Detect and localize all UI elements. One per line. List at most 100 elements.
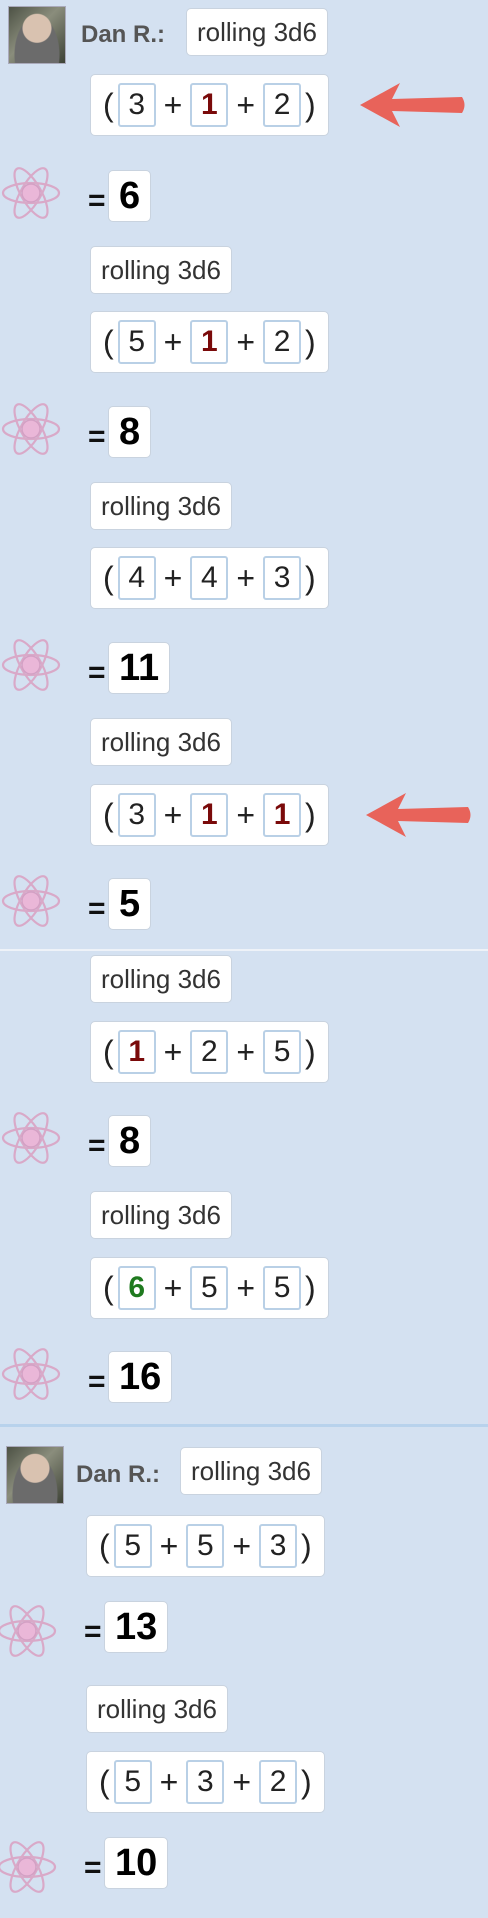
roll-command-text: rolling 3d6 bbox=[101, 1199, 221, 1230]
plus-sign: + bbox=[232, 1763, 252, 1800]
dice-bot-atom-icon[interactable] bbox=[0, 1107, 62, 1169]
paren-close: ) bbox=[305, 1033, 316, 1070]
die-value: 2 bbox=[190, 1030, 229, 1074]
paren-open: ( bbox=[99, 1763, 110, 1800]
die-value: 3 bbox=[263, 556, 302, 600]
equals-sign: = bbox=[88, 1365, 106, 1398]
paren-close: ) bbox=[301, 1527, 312, 1564]
roll-command-text: rolling 3d6 bbox=[97, 1693, 217, 1724]
plus-sign: + bbox=[232, 1527, 252, 1564]
equals-sign: = bbox=[84, 1615, 102, 1648]
dice-expression: (3 +1 +2) bbox=[90, 74, 329, 136]
username[interactable]: Dan R.: bbox=[81, 21, 165, 49]
roll-command-text: rolling 3d6 bbox=[197, 16, 317, 47]
die-value: 3 bbox=[186, 1760, 225, 1804]
die-value-max: 6 bbox=[117, 1266, 156, 1310]
roll-total: 11 bbox=[108, 642, 171, 694]
equals-sign: = bbox=[88, 420, 106, 453]
roll-total: 13 bbox=[104, 1601, 169, 1653]
equals-sign: = bbox=[88, 656, 106, 689]
dice-expression: (5 +5 +3) bbox=[86, 1515, 325, 1577]
equals-sign: = bbox=[88, 892, 106, 925]
paren-close: ) bbox=[301, 1763, 312, 1800]
plus-sign: + bbox=[163, 796, 183, 833]
die-value: 2 bbox=[259, 1760, 298, 1804]
die-value-min: 1 bbox=[263, 793, 302, 837]
plus-sign: + bbox=[159, 1527, 179, 1564]
dice-bot-atom-icon[interactable] bbox=[0, 1600, 58, 1662]
paren-open: ( bbox=[103, 323, 114, 360]
roll-command-bubble[interactable]: rolling 3d6 bbox=[86, 1685, 228, 1733]
plus-sign: + bbox=[236, 1033, 256, 1070]
paren-close: ) bbox=[305, 86, 316, 123]
roll-total: 8 bbox=[108, 406, 152, 458]
roll-total: 16 bbox=[108, 1351, 173, 1403]
die-value: 5 bbox=[117, 320, 156, 364]
plus-sign: + bbox=[159, 1763, 179, 1800]
die-value: 5 bbox=[186, 1524, 225, 1568]
paren-open: ( bbox=[103, 1033, 114, 1070]
dice-expression: (4 +4 +3) bbox=[90, 547, 329, 609]
paren-open: ( bbox=[103, 559, 114, 596]
roll-command-bubble[interactable]: rolling 3d6 bbox=[90, 718, 232, 766]
plus-sign: + bbox=[236, 323, 256, 360]
dice-expression: (3 +1 +1) bbox=[90, 784, 329, 846]
roll-total: 5 bbox=[108, 878, 152, 930]
plus-sign: + bbox=[236, 1269, 256, 1306]
dice-bot-atom-icon[interactable] bbox=[0, 162, 62, 224]
die-value: 3 bbox=[259, 1524, 298, 1568]
paren-close: ) bbox=[305, 559, 316, 596]
roll-command-bubble[interactable]: rolling 3d6 bbox=[90, 1191, 232, 1239]
roll-total: 10 bbox=[104, 1837, 169, 1889]
die-value: 2 bbox=[263, 83, 302, 127]
user-avatar[interactable] bbox=[6, 1446, 64, 1504]
paren-open: ( bbox=[99, 1527, 110, 1564]
roll-command-bubble[interactable]: rolling 3d6 bbox=[90, 246, 232, 294]
roll-command-bubble[interactable]: rolling 3d6 bbox=[90, 482, 232, 530]
plus-sign: + bbox=[163, 559, 183, 596]
die-value: 5 bbox=[113, 1760, 152, 1804]
equals-sign: = bbox=[88, 184, 106, 217]
red-arrow-annotation bbox=[366, 793, 471, 837]
paren-open: ( bbox=[103, 86, 114, 123]
plus-sign: + bbox=[163, 1033, 183, 1070]
dice-expression: (5 +1 +2) bbox=[90, 311, 329, 373]
roll-command-text: rolling 3d6 bbox=[191, 1455, 311, 1486]
roll-command-text: rolling 3d6 bbox=[101, 490, 221, 521]
dice-bot-atom-icon[interactable] bbox=[0, 398, 62, 460]
paren-close: ) bbox=[305, 1269, 316, 1306]
roll-total: 6 bbox=[108, 170, 152, 222]
die-value: 3 bbox=[117, 793, 156, 837]
plus-sign: + bbox=[163, 86, 183, 123]
plus-sign: + bbox=[163, 323, 183, 360]
message-separator bbox=[0, 949, 488, 951]
roll-command-bubble[interactable]: rolling 3d6 bbox=[90, 955, 232, 1003]
die-value: 2 bbox=[263, 320, 302, 364]
plus-sign: + bbox=[236, 86, 256, 123]
username[interactable]: Dan R.: bbox=[76, 1461, 160, 1489]
dice-expression: (1 +2 +5) bbox=[90, 1021, 329, 1083]
roll-command-bubble[interactable]: rolling 3d6 bbox=[180, 1447, 322, 1495]
equals-sign: = bbox=[84, 1851, 102, 1884]
die-value: 4 bbox=[117, 556, 156, 600]
paren-open: ( bbox=[103, 796, 114, 833]
user-avatar[interactable] bbox=[8, 6, 66, 64]
red-arrow-annotation bbox=[360, 83, 465, 127]
dice-bot-atom-icon[interactable] bbox=[0, 1836, 58, 1898]
plus-sign: + bbox=[236, 796, 256, 833]
dice-expression: (6 +5 +5) bbox=[90, 1257, 329, 1319]
roll-command-bubble[interactable]: rolling 3d6 bbox=[186, 8, 328, 56]
roll-command-text: rolling 3d6 bbox=[101, 254, 221, 285]
dice-expression: (5 +3 +2) bbox=[86, 1751, 325, 1813]
roll-command-text: rolling 3d6 bbox=[101, 963, 221, 994]
paren-close: ) bbox=[305, 323, 316, 360]
roll-command-text: rolling 3d6 bbox=[101, 726, 221, 757]
dice-bot-atom-icon[interactable] bbox=[0, 870, 62, 932]
die-value: 5 bbox=[113, 1524, 152, 1568]
plus-sign: + bbox=[236, 559, 256, 596]
equals-sign: = bbox=[88, 1129, 106, 1162]
dice-bot-atom-icon[interactable] bbox=[0, 1343, 62, 1405]
die-value: 4 bbox=[190, 556, 229, 600]
dice-bot-atom-icon[interactable] bbox=[0, 634, 62, 696]
plus-sign: + bbox=[163, 1269, 183, 1306]
